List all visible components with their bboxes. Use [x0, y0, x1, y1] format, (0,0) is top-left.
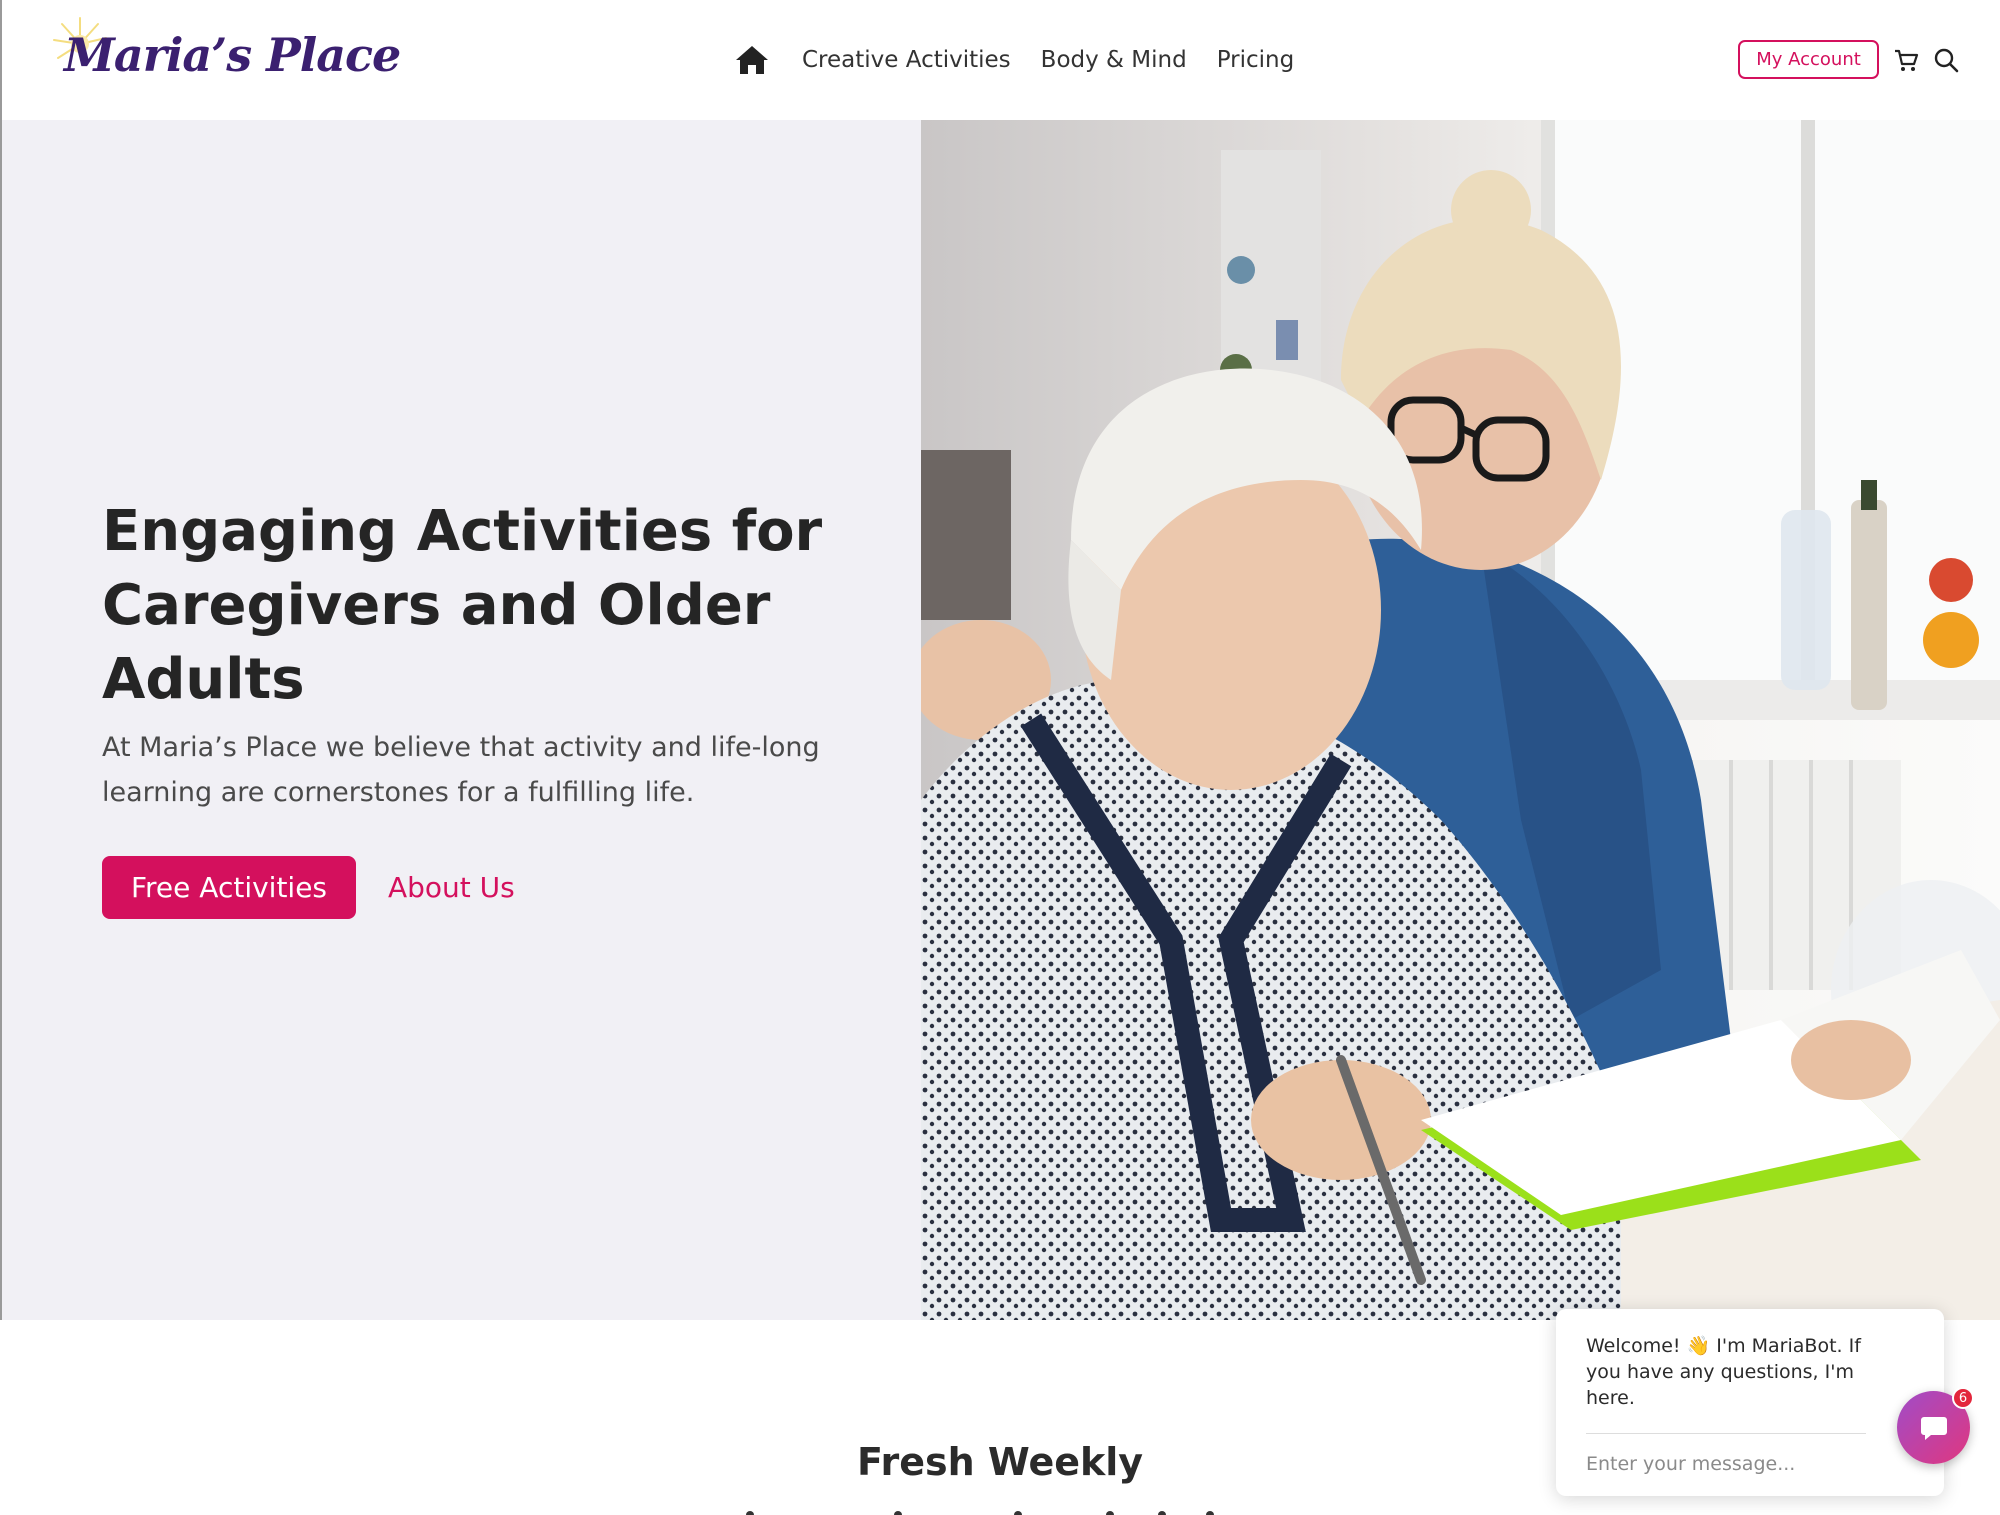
- hero-photo: [921, 120, 2000, 1320]
- cart-icon[interactable]: [1892, 46, 1920, 74]
- site-header: Maria’s Place Creative Activities Body &…: [0, 0, 2000, 120]
- search-icon[interactable]: [1932, 46, 1960, 74]
- nav-pricing[interactable]: Pricing: [1217, 47, 1295, 73]
- hero-subtitle: At Maria’s Place we believe that activit…: [102, 732, 820, 808]
- hero-illustration: [921, 120, 2000, 1320]
- logo-text: Maria’s Place: [64, 28, 401, 82]
- hero-text-panel: Engaging Activities for Caregivers and O…: [0, 120, 921, 1320]
- main-nav: Creative Activities Body & Mind Pricing: [732, 36, 1294, 84]
- my-account-button[interactable]: My Account: [1738, 40, 1879, 79]
- nav-body-mind[interactable]: Body & Mind: [1041, 47, 1187, 73]
- home-icon[interactable]: [732, 40, 772, 80]
- about-us-link[interactable]: About Us: [388, 856, 515, 919]
- chat-message-input[interactable]: [1586, 1449, 1866, 1479]
- chat-popup: Welcome! 👋 I'm MariaBot. If you have any…: [1556, 1309, 1944, 1496]
- site-logo[interactable]: Maria’s Place: [50, 14, 401, 104]
- nav-creative-activities[interactable]: Creative Activities: [802, 47, 1011, 73]
- free-activities-button[interactable]: Free Activities: [102, 856, 356, 919]
- chat-welcome-message: Welcome! 👋 I'm MariaBot. If you have any…: [1586, 1335, 1861, 1409]
- chat-icon: [1920, 1416, 1947, 1440]
- hero-section: Engaging Activities for Caregivers and O…: [0, 120, 2000, 1320]
- carousel-dots: [746, 1511, 1214, 1515]
- hero-title: Engaging Activities for Caregivers and O…: [102, 499, 823, 712]
- chat-unread-badge: 6: [1952, 1387, 1974, 1409]
- chat-divider: [1586, 1433, 1866, 1434]
